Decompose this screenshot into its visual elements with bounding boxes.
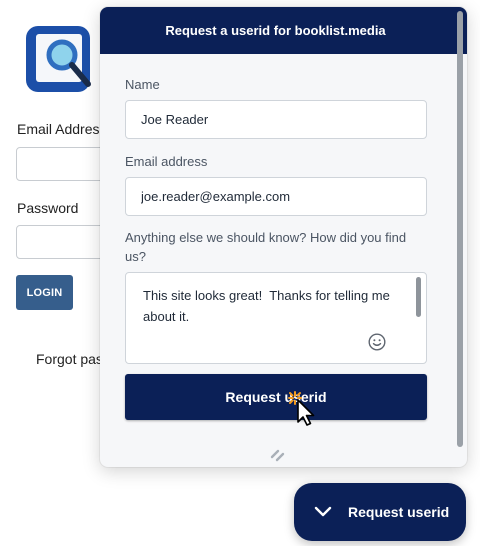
chevron-down-icon xyxy=(314,506,332,518)
launcher-button[interactable]: Request userid xyxy=(294,483,466,541)
notes-field: This site looks great! Thanks for tellin… xyxy=(125,272,427,364)
brand-logo-icon xyxy=(270,448,286,462)
widget-scrollbar-thumb[interactable] xyxy=(457,11,463,447)
page: Email Address Password LOGIN Forgot pas … xyxy=(0,0,480,546)
mouse-cursor-icon xyxy=(286,389,322,427)
emoji-icon[interactable] xyxy=(368,333,386,351)
email-address-label: Email address xyxy=(125,154,208,169)
email-address-input[interactable] xyxy=(125,177,427,216)
request-userid-button[interactable]: Request userid xyxy=(125,374,427,420)
request-userid-widget: Request a userid for booklist.media Name… xyxy=(100,7,467,467)
login-button[interactable]: LOGIN xyxy=(16,275,73,310)
password-label: Password xyxy=(17,200,79,216)
widget-scrollbar[interactable] xyxy=(457,11,463,451)
name-input[interactable] xyxy=(125,100,427,139)
launcher-label: Request userid xyxy=(348,504,450,520)
notes-scrollbar[interactable] xyxy=(416,277,421,317)
app-logo-icon xyxy=(22,22,102,102)
notes-label: Anything else we should know? How did yo… xyxy=(125,230,407,264)
forgot-password-link[interactable]: Forgot pas xyxy=(36,351,103,367)
name-label: Name xyxy=(125,77,160,92)
email-label: Email Address xyxy=(17,121,107,137)
request-form: Name Email address Anything else we shou… xyxy=(125,75,427,420)
widget-title: Request a userid for booklist.media xyxy=(100,7,467,54)
